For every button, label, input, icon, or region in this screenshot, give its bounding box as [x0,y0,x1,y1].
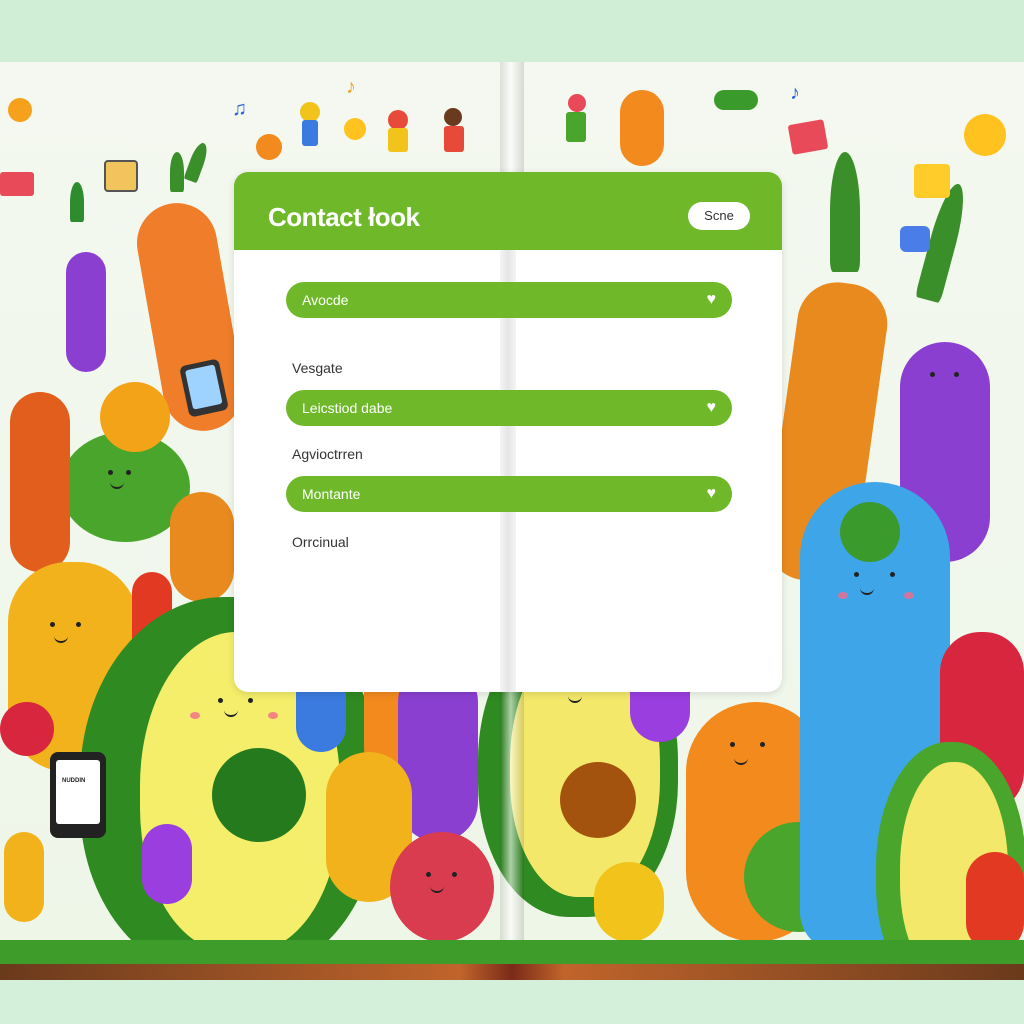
phone-icon: NUDDIN [50,752,106,838]
yellow-pepper-character [594,862,664,942]
cloud-leaf-icon [714,90,758,110]
potato-character [170,492,234,602]
book-cover-edge [0,964,1024,980]
smiley-sun-icon [344,118,366,140]
music-note-icon: ♪ [346,76,356,98]
dancing-figure [444,108,462,126]
music-note-icon: ♫ [232,98,247,120]
leaf-decoration [183,140,211,184]
section-label: Orrcinual [292,534,349,550]
chat-bubble-icon [900,226,930,252]
field-text: Leicstiod dabe [302,400,393,416]
contact-field-avocado[interactable]: Avocde ♥ [286,282,732,318]
yellow-character [4,832,44,922]
background-strip [0,980,1024,1024]
dancing-figure [300,102,320,122]
field-text: Avocde [302,292,349,308]
contact-field-montante[interactable]: Montante ♥ [286,476,732,512]
card-title: Contact łook [268,202,420,232]
dancing-figure-body [388,128,408,152]
eggplant-character [66,252,106,372]
envelope-icon [0,172,34,196]
dancing-figure [388,110,408,130]
bag-icon [104,160,138,192]
carrot-dancer [620,90,664,166]
music-note-icon: ♪ [790,82,800,104]
heart-icon[interactable]: ♥ [707,291,717,309]
phone-screen-text: NUDDIN [62,778,86,784]
flower-icon [8,98,32,122]
heart-icon[interactable]: ♥ [707,399,717,417]
dancing-figure-body [566,112,586,142]
orange-character [10,392,70,572]
contact-field-date[interactable]: Leicstiod dabe ♥ [286,390,732,426]
avocado-pit [560,762,636,838]
grass-strip [0,940,1024,966]
dancing-figure-body [444,126,464,152]
avocado-pit [212,748,306,842]
pepper-character [100,382,170,452]
leaf-decoration [830,152,860,272]
dancing-figure-body [302,120,318,146]
card-header: Contact łook Scne [234,172,782,250]
sun-icon [964,114,1006,156]
section-label: Agvioctrren [292,446,363,462]
leaf-decoration [70,182,84,222]
apple-character [966,852,1024,952]
dancing-figure [568,94,586,112]
leaf-decoration [170,152,184,192]
gear-icon [256,134,282,160]
contact-book-card: Contact łook Scne Avocde ♥ Vesgate Leics… [234,172,782,692]
purple-character [142,824,192,904]
heart-icon[interactable]: ♥ [707,485,717,503]
section-label: Vesgate [292,360,343,376]
envelope-icon [787,119,829,155]
message-icon [914,164,950,198]
tomato-character [0,702,54,756]
search-button[interactable]: Scne [688,202,750,230]
field-text: Montante [302,486,361,502]
lime-character [840,502,900,562]
